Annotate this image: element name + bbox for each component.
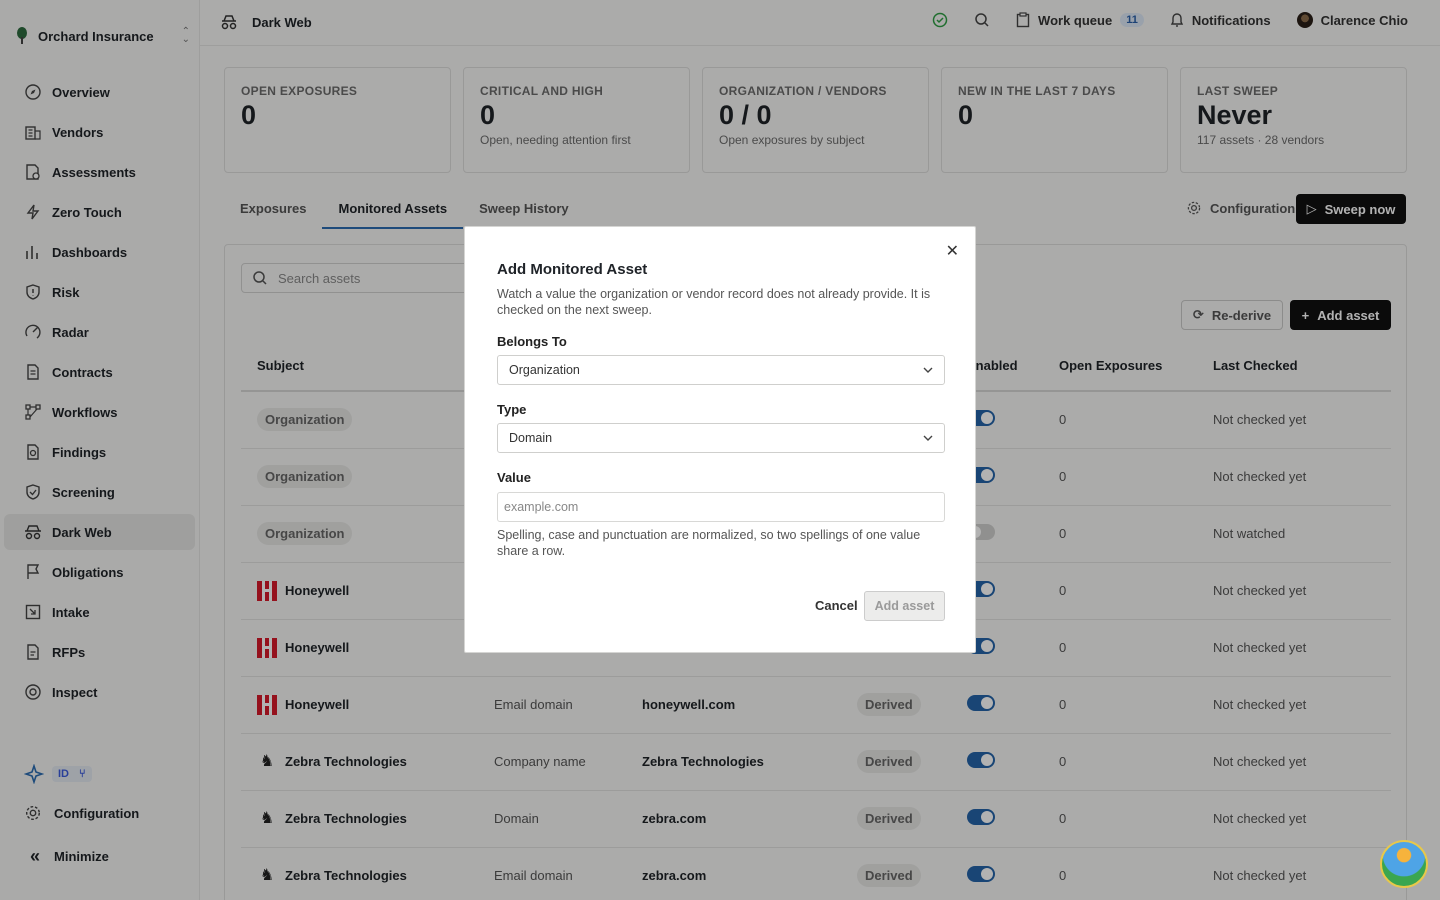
type-select[interactable]: Domain [497,423,945,453]
belongs-to-label: Belongs To [497,334,567,349]
value-input[interactable] [497,492,945,522]
value-hint: Spelling, case and punctuation are norma… [497,528,921,558]
cancel-button[interactable]: Cancel [815,598,858,613]
add-asset-submit-button[interactable]: Add asset [864,591,945,621]
add-monitored-asset-dialog: ✕ Add Monitored Asset Watch a value the … [464,226,976,653]
chevron-down-icon [923,367,933,373]
type-value: Domain [509,431,553,445]
value-label: Value [497,470,531,485]
type-label: Type [497,402,527,417]
close-icon[interactable]: ✕ [946,241,959,261]
belongs-to-value: Organization [509,363,580,377]
chevron-down-icon [923,435,933,441]
dialog-title: Add Monitored Asset [497,261,648,278]
dialog-description: Watch a value the organization or vendor… [497,287,931,317]
assistant-avatar[interactable] [1380,840,1428,888]
belongs-to-select[interactable]: Organization [497,355,945,385]
